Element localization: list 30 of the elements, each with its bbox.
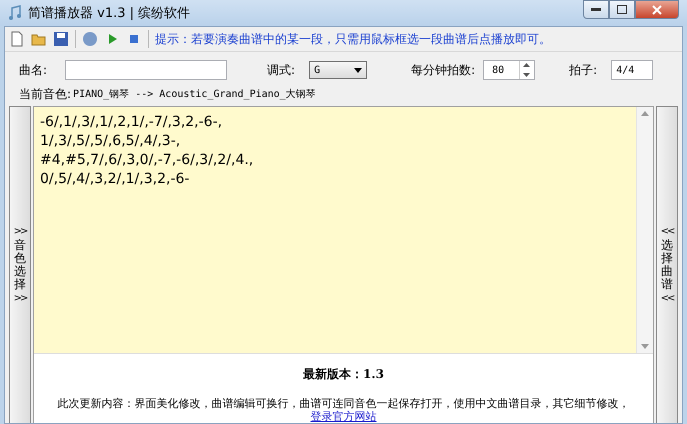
scrollbar[interactable] [636,107,653,353]
meter-field[interactable]: 4/4 [611,60,654,80]
key-dropdown[interactable]: G [309,61,368,79]
tone-select-tab[interactable]: >> 音色选择 >> [9,106,31,423]
score-select-tab[interactable]: << 选择曲谱 << [656,106,678,423]
key-label: 调式: [267,62,296,78]
window-title: 简谱播放器 v1.3 | 缤纷软件 [28,5,192,22]
instrument-label: 当前音色: [19,86,72,102]
official-site-link[interactable]: 登录官方网站 [310,410,376,423]
save-icon[interactable] [53,31,69,47]
close-icon [652,4,662,14]
close-button[interactable] [635,0,679,19]
minimize-icon [591,8,601,12]
scroll-down-icon[interactable] [641,344,649,349]
update-notes: 此次更新内容：界面美化修改，曲谱编辑可换行，曲谱可连同音色一起保存打开，使用中文曲谱目录，其它细节修改， 登录官方网站 [56,397,630,423]
dropdown-caret-icon [354,68,362,72]
bpm-label: 每分钟拍数: [411,62,476,78]
scroll-up-icon[interactable] [641,111,649,116]
maximize-button[interactable] [609,0,635,19]
version-heading: 最新版本：1.3 [303,366,384,383]
song-name-label: 曲名: [19,62,48,78]
hint-text: 提示：若要演奏曲谱中的某一段，只需用鼠标框选一段曲谱后点播放即可。 [155,30,551,48]
meter-label: 拍子: [569,62,598,78]
maximize-icon [617,5,627,14]
minimize-button[interactable] [583,0,609,19]
bpm-spinner[interactable]: 80 [483,60,536,80]
music-note-icon [8,5,22,21]
song-name-field[interactable] [65,60,228,80]
new-file-icon[interactable] [9,31,25,47]
instrument-value: PIANO_钢琴 --> Acoustic_Grand_Piano_大钢琴 [73,88,316,101]
